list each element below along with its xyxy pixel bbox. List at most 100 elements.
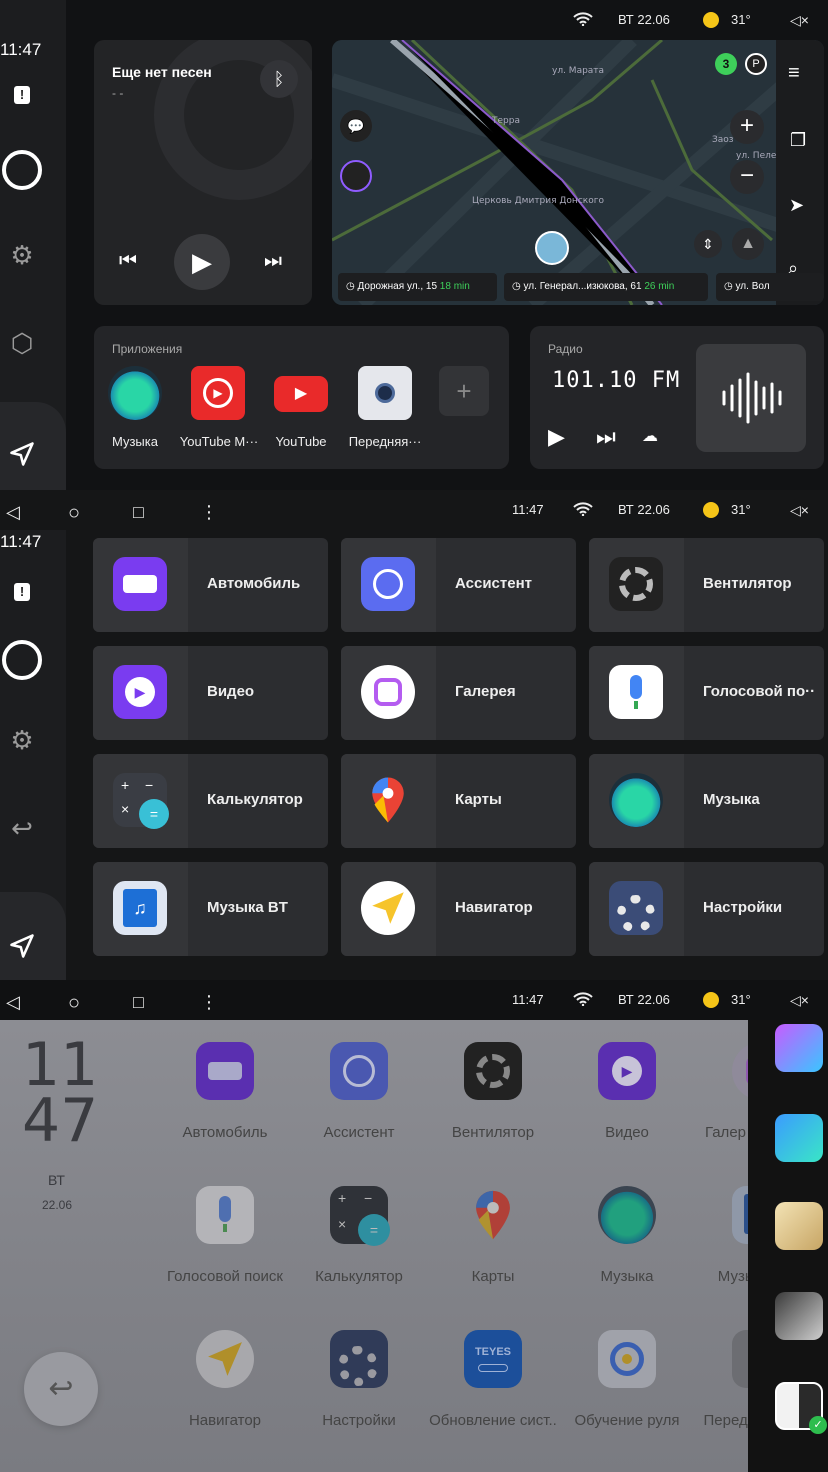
alert-icon[interactable]: ! [0,572,44,603]
navigate-button[interactable] [0,402,66,490]
app-tile-maps[interactable]: Карты [341,754,576,848]
clock-date: 22.06 [42,1198,73,1212]
clock-icon: ◷ [724,281,736,292]
mute-icon[interactable]: ◁× [790,12,809,29]
prev-track-button[interactable]: ⏮ [119,250,137,273]
music-widget[interactable]: Еще нет песен - - ᛒ ⏮ ▶ ⏭ [94,40,312,305]
gear-icon[interactable]: ⚙ [0,240,44,271]
theme-swatch-selected[interactable]: ✓ [775,1382,827,1434]
zoom-out-button[interactable]: − [730,160,764,194]
cube-icon[interactable]: ⬡ [0,328,44,359]
teyes-logo: TEYES [474,1346,512,1358]
parking-badge[interactable]: P [745,53,767,75]
clock-minutes: 47 [22,1086,99,1156]
more-options-icon[interactable]: ⋮ [200,502,218,523]
microphone-icon [609,665,663,719]
north-arrow-icon[interactable]: ▲ [732,228,764,260]
song-title: Еще нет песен [112,64,212,80]
recents-nav-icon[interactable]: □ [133,502,144,523]
bluetooth-icon[interactable]: ᛒ [260,60,298,98]
app-label: Вентилятор [451,1124,535,1141]
chat-icon[interactable]: 💬 [340,110,372,142]
car-icon[interactable] [196,1042,254,1100]
theme-swatch[interactable] [775,1114,823,1162]
theme-swatch[interactable] [775,1292,823,1340]
app-tile-video[interactable]: ▶ Видео [93,646,328,740]
alice-icon[interactable] [340,160,372,192]
back-nav-icon[interactable]: ◁ [6,502,20,523]
youtube-music-app-icon[interactable]: ▶ [191,366,245,420]
map-poi-label: Терра [491,116,520,126]
app-tile-settings[interactable]: Настройки [589,862,824,956]
soundcloud-icon[interactable]: ☁ [642,426,658,446]
app-tile-car[interactable]: Автомобиль [93,538,328,632]
app-tile-calculator[interactable]: + − × = Калькулятор [93,754,328,848]
app-tile-music[interactable]: Музыка [589,754,824,848]
youtube-app-icon[interactable]: ▶ [274,366,328,420]
google-maps-icon[interactable] [464,1186,522,1244]
theme-swatch[interactable] [775,1024,823,1072]
settings-gear-icon[interactable] [330,1330,388,1388]
recents-nav-icon[interactable]: □ [133,992,144,1013]
map-widget[interactable]: ул. Марата Терра Церковь Дмитрия Донског… [332,40,824,305]
app-tile-voice-search[interactable]: Голосовой по·· [589,646,824,740]
app-tile-navigator[interactable]: Навигатор [341,862,576,956]
add-app-button[interactable]: + [439,366,489,416]
music-icon[interactable] [598,1186,656,1244]
traffic-badge[interactable]: 3 [715,53,737,75]
menu-icon[interactable]: ≡ [788,62,800,85]
status-temp: 31° [731,12,751,27]
back-arrow-icon[interactable]: ↩ [0,813,44,844]
play-button[interactable]: ▶ [174,234,230,290]
teyes-update-icon[interactable]: TEYES [464,1330,522,1388]
app-tile-assistant[interactable]: Ассистент [341,538,576,632]
video-icon[interactable]: ▶ [598,1042,656,1100]
app-tile-gallery[interactable]: Галерея [341,646,576,740]
navigate-button[interactable] [0,892,66,980]
back-floating-button[interactable]: ↩ [24,1352,98,1426]
radio-next-button[interactable]: ⏭ [596,424,616,450]
left-rail: 11:47 ! ⚙ ↩ [0,530,66,980]
app-label: Видео [605,1124,649,1141]
route-chip[interactable]: ◷ Дорожная ул., 15 18 min [338,273,497,301]
status-bar: ◁ ○ □ ⋮ 11:47 ВТ 22.06 31° ◁× [0,980,828,1020]
status-temp: 31° [731,502,751,517]
weather-sun-icon [703,992,719,1008]
back-nav-icon[interactable]: ◁ [6,992,20,1013]
zoom-in-button[interactable]: + [730,110,764,144]
assistant-circle-icon[interactable] [2,640,42,680]
assistant-icon[interactable] [330,1042,388,1100]
navigate-icon [10,934,34,958]
theme-swatch[interactable] [775,1202,823,1250]
home-nav-icon[interactable]: ○ [68,992,80,1015]
alert-icon[interactable]: ! [0,82,44,105]
route-chip[interactable]: ◷ ул. Вол [716,273,824,301]
microphone-icon[interactable] [196,1186,254,1244]
calculator-icon[interactable]: + − × = [330,1186,390,1246]
route-arrow-icon[interactable]: ➤ [789,195,804,216]
assistant-circle-icon[interactable] [2,150,42,190]
radio-play-button[interactable]: ▶ [548,424,565,450]
app-label: Обновление сист.. [429,1412,557,1429]
app-tile-label: Калькулятор [207,791,303,808]
next-track-button[interactable]: ⏭ [264,250,282,273]
steering-wheel-icon[interactable] [598,1330,656,1388]
music-icon [609,773,663,827]
fan-icon[interactable] [464,1042,522,1100]
more-options-icon[interactable]: ⋮ [200,992,218,1013]
app-tile-fan[interactable]: Вентилятор [589,538,824,632]
app-label: Автомобиль [182,1124,268,1141]
home-nav-icon[interactable]: ○ [68,502,80,525]
map-poi-church: Церковь Дмитрия Донского [472,196,604,206]
compass-icon[interactable]: ⇕ [694,230,722,258]
route-chip[interactable]: ◷ ул. Генерал...изюкова, 61 26 min [504,273,708,301]
front-camera-app-icon[interactable] [358,366,412,420]
music-app-icon[interactable] [108,366,162,420]
bookmarks-icon[interactable]: ❐ [790,130,806,151]
mute-icon[interactable]: ◁× [790,992,809,1009]
navigator-icon[interactable] [196,1330,254,1388]
mute-icon[interactable]: ◁× [790,502,809,519]
app-tile-music-bt[interactable]: ♫ Музыка BT [93,862,328,956]
gear-icon[interactable]: ⚙ [0,725,44,756]
radio-widget[interactable]: Радио 101.10 FM ▶ ⏭ ☁ [530,326,824,469]
